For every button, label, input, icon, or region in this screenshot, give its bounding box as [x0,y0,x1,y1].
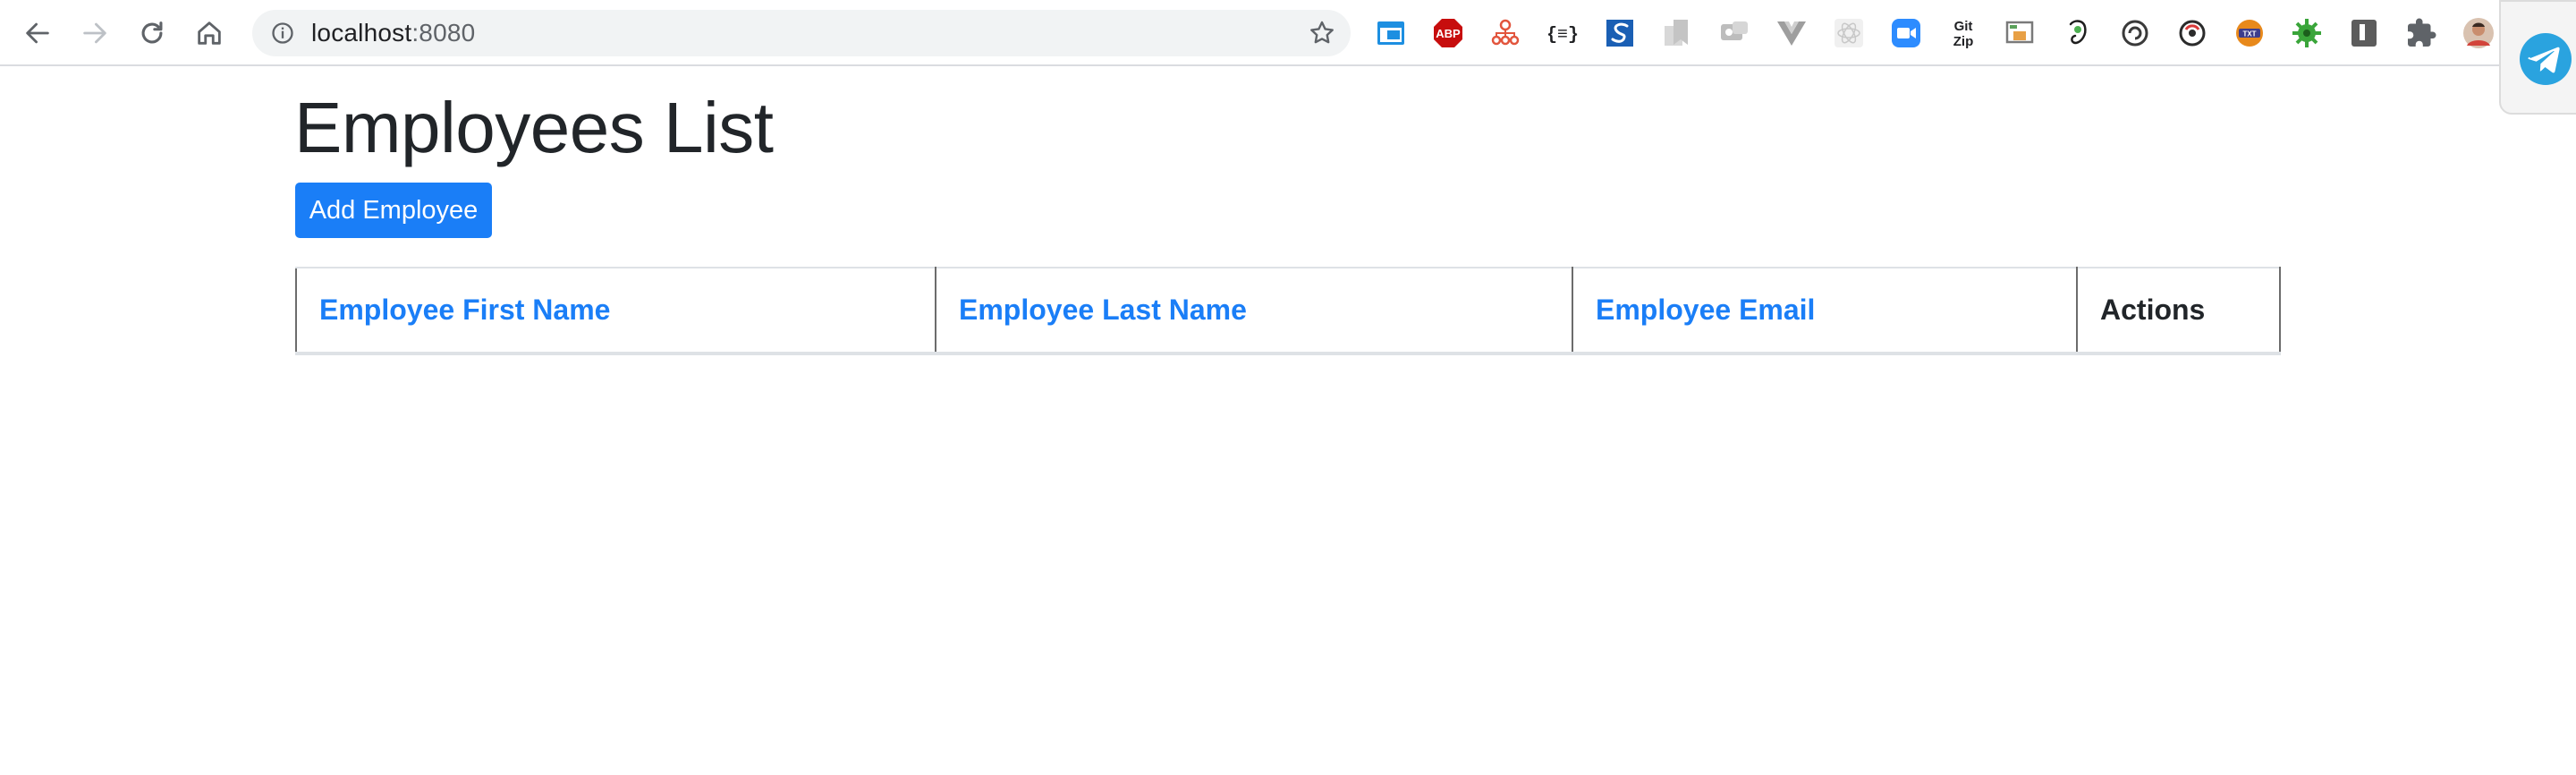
url-text[interactable]: localhost:8080 [311,10,475,56]
profile-avatar-icon [2463,18,2494,48]
vue-extension[interactable] [1775,16,1809,50]
extensions-menu-button[interactable] [2404,16,2438,50]
shield-extension[interactable] [2347,16,2381,50]
text-badge-extension[interactable]: TXT [2233,16,2267,50]
bookmark-icon [1665,20,1688,46]
window-icon [2005,21,2034,44]
info-icon[interactable] [270,21,295,46]
vue-icon [1777,21,1806,46]
telegram-icon [2520,33,2572,85]
adblock-plus-extension[interactable]: ABP [1431,16,1465,50]
back-button[interactable] [16,12,59,55]
table-header-row: Employee First Name Employee Last Name E… [295,267,2281,355]
reload-icon [141,21,163,44]
txt-label: TXT [2242,30,2256,38]
json-label: {≡} [1546,25,1579,46]
home-icon [198,21,221,45]
zoom-extension[interactable] [1889,16,1923,50]
react-icon [1835,19,1863,47]
shield-icon [2351,20,2377,47]
page-title: Employees List [294,88,774,167]
json-viewer-extension[interactable]: {≡} [1546,16,1580,50]
forward-button[interactable] [73,12,116,55]
abp-label: ABP [1436,27,1461,40]
puzzle-icon [2408,18,2436,47]
browser-toolbar: localhost:8080 ABP {≡} Git Zip TXT [0,0,2576,66]
header-last-name[interactable]: Employee Last Name [935,267,1573,355]
header-email[interactable]: Employee Email [1572,267,2078,355]
s-logo-icon [1606,20,1633,47]
sitemap-extension[interactable] [1488,16,1522,50]
employees-table: Employee First Name Employee Last Name E… [295,267,2281,355]
header-actions: Actions [2076,267,2281,355]
gitzip-icon: Git Zip [1953,19,1974,49]
gear-bug-extension[interactable] [2290,16,2324,50]
add-employee-button[interactable]: Add Employee [295,183,492,238]
evernote-icon [2069,20,2087,45]
rotate-circle-icon [2179,20,2206,47]
window-extension[interactable] [2004,16,2038,50]
url-host: localhost [311,19,412,47]
text-badge-icon: TXT [2236,20,2263,47]
refresh-circle-icon [2122,20,2148,47]
gitzip-top-label: Git [1954,19,1973,34]
chat-icon [1721,21,1748,40]
profile-button[interactable] [2462,16,2496,50]
address-bar[interactable]: localhost:8080 [252,10,1351,56]
telegram-panel[interactable] [2499,0,2576,115]
calendar-icon [1377,21,1404,45]
adblock-plus-icon: ABP [1434,19,1462,47]
forward-arrow-icon [83,22,106,44]
rotate-circle-extension[interactable] [2175,16,2209,50]
gitzip-bottom-label: Zip [1953,34,1974,49]
evernote-extension[interactable] [2061,16,2095,50]
bookmark-star-icon[interactable] [1308,19,1336,47]
zoom-camera-icon [1892,19,1920,47]
home-button[interactable] [188,12,231,55]
gear-bug-icon [2292,19,2321,47]
refresh-circle-extension[interactable] [2118,16,2152,50]
back-arrow-icon [26,22,49,44]
bookmark-extension[interactable] [1660,16,1694,50]
json-braces-icon: {≡} [1546,25,1579,46]
gitzip-extension[interactable]: Git Zip [1946,16,1980,50]
react-extension[interactable] [1832,16,1866,50]
chat-extension[interactable] [1717,16,1751,50]
calendar-extension[interactable] [1374,16,1408,50]
url-port: :8080 [411,19,476,47]
s-extension[interactable] [1603,16,1637,50]
sitemap-icon [1491,19,1520,46]
reload-button[interactable] [131,12,174,55]
header-first-name[interactable]: Employee First Name [295,267,936,355]
